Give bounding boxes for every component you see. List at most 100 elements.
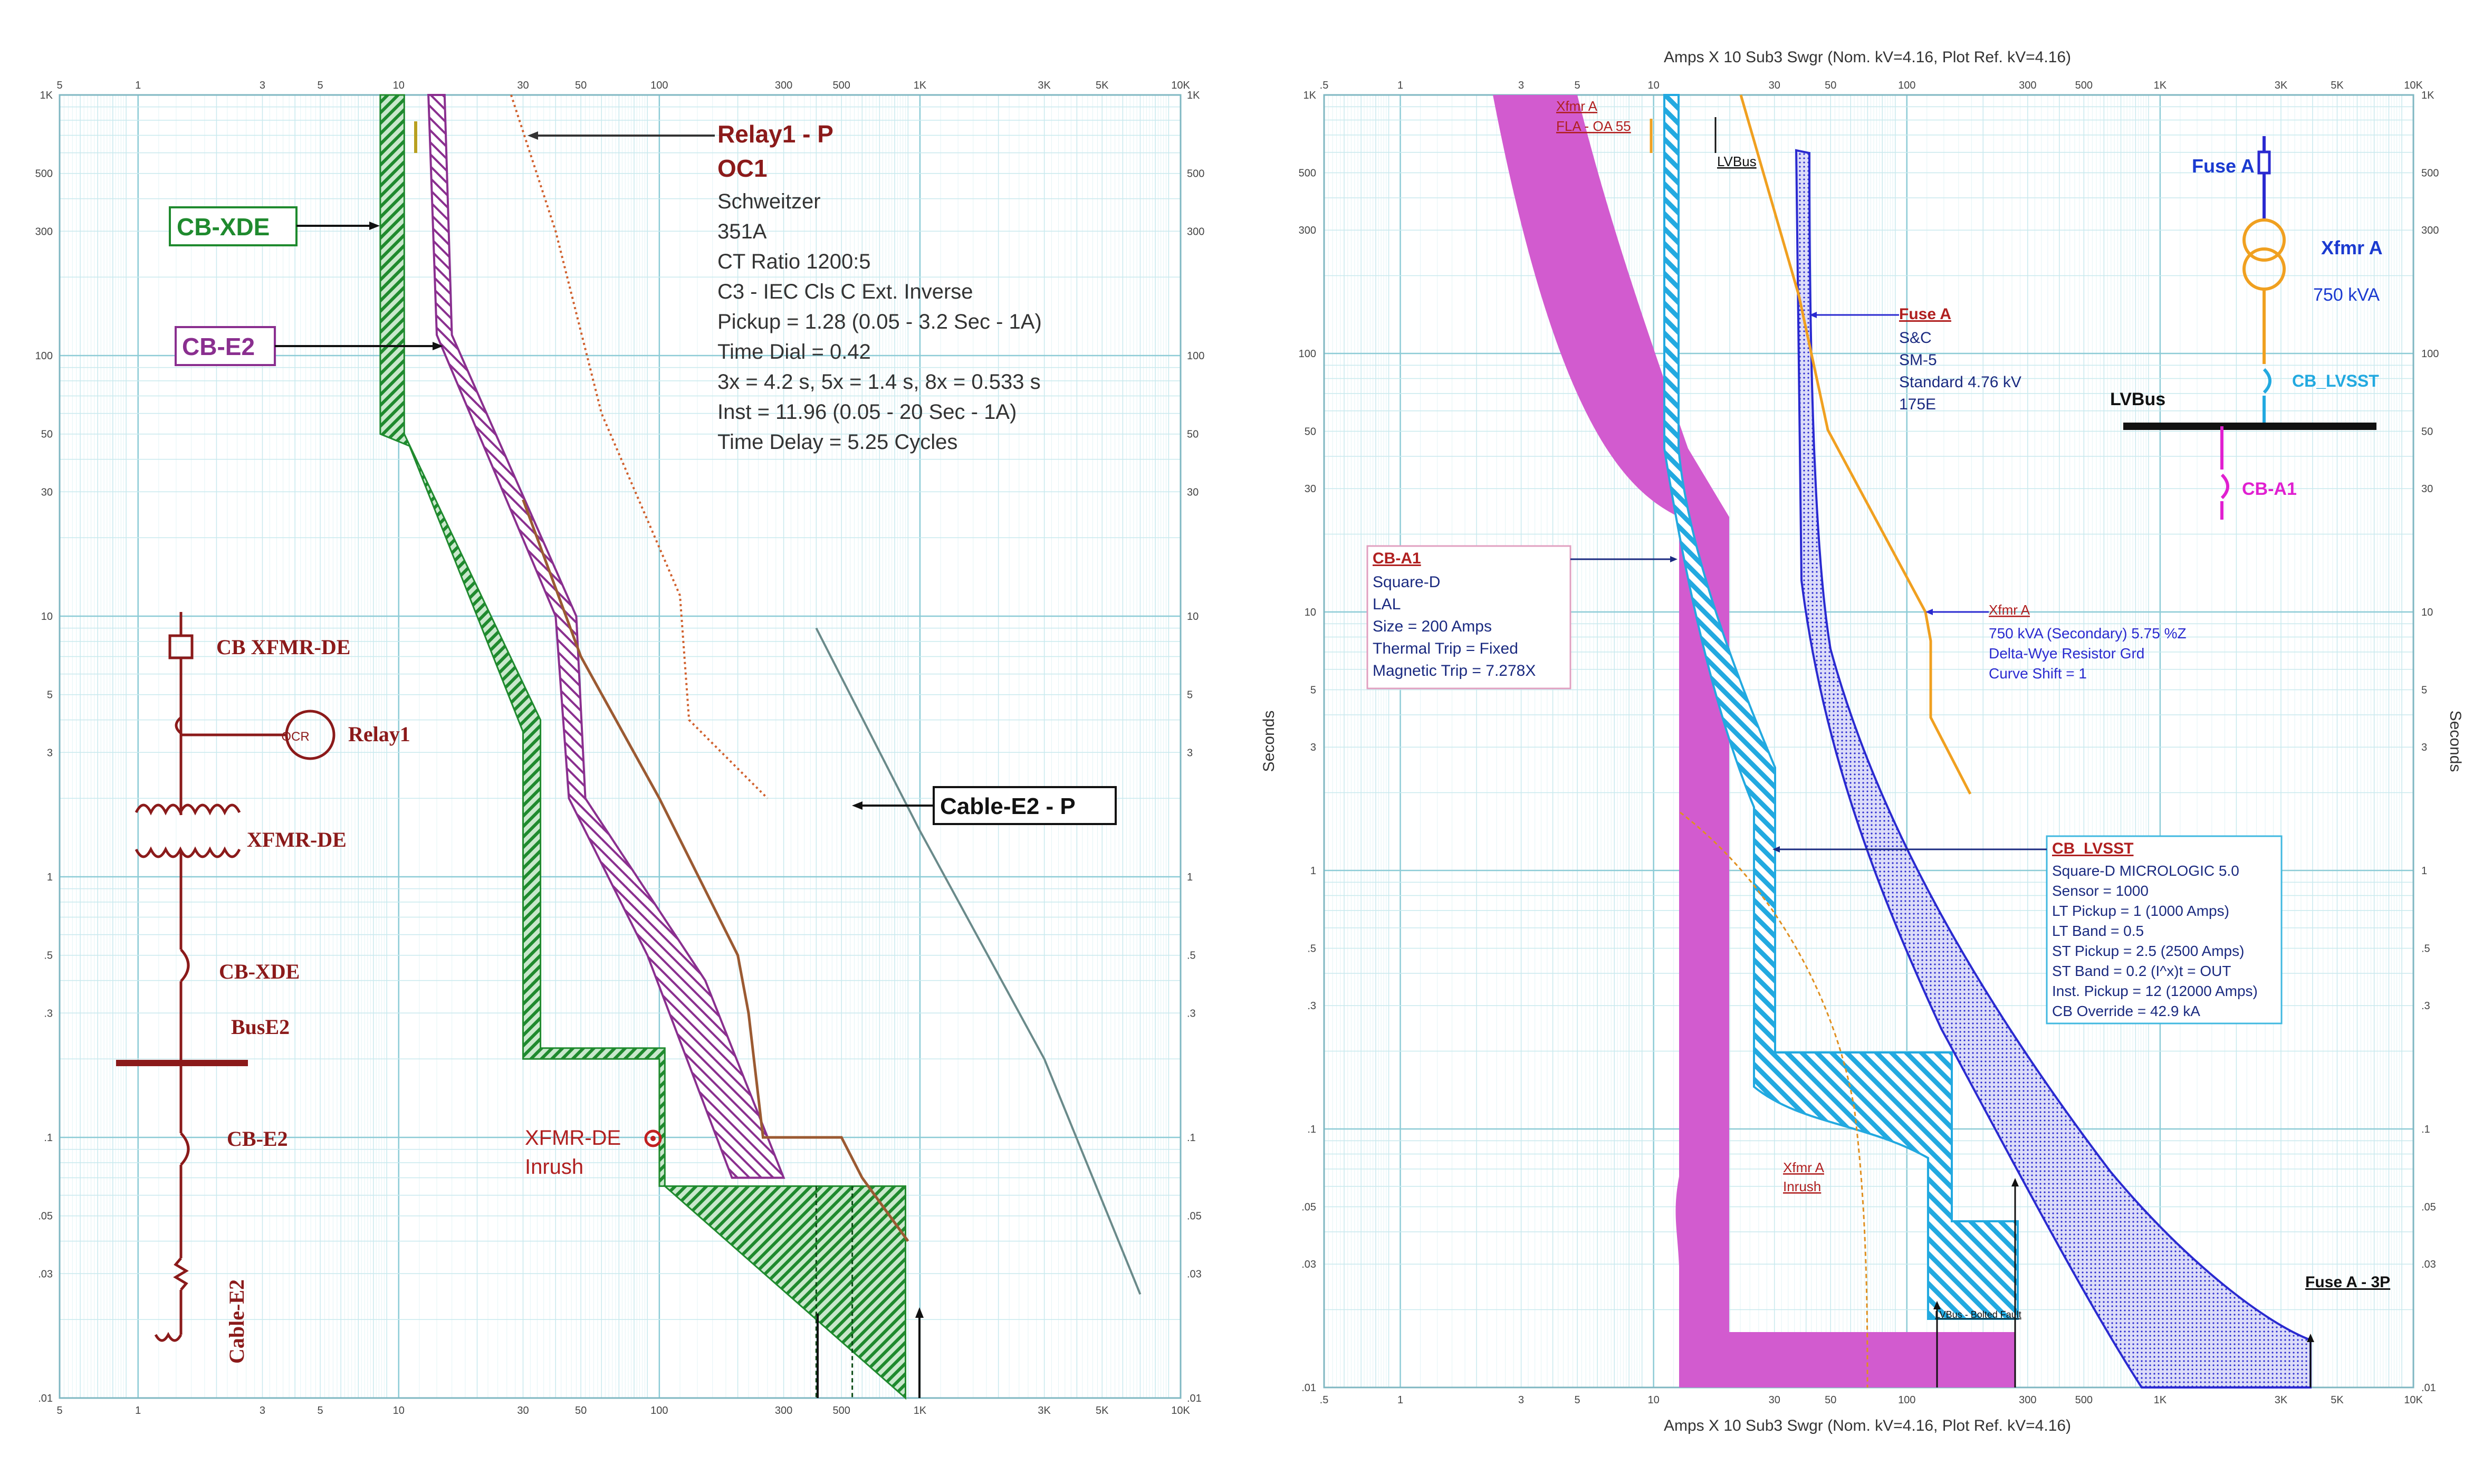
x-tick-label: 1K	[914, 80, 927, 91]
y-tick-label: 10	[1305, 607, 1316, 618]
relay-line: Pickup = 1.28 (0.05 - 3.2 Sec - 1A)	[717, 310, 1042, 333]
y-tick-label: .03	[38, 1268, 53, 1280]
y-tick-label: 10	[41, 611, 53, 623]
y-tick-label: .03	[2421, 1259, 2436, 1270]
oneline-label: Relay1	[348, 722, 410, 746]
x-tick-label: 100	[1898, 80, 1915, 91]
y-tick-label: 100	[1187, 350, 1204, 362]
x-tick-label: 1	[1397, 1394, 1403, 1406]
y-axis-label-right: Seconds	[2447, 711, 2464, 772]
cba1-line: Magnetic Trip = 7.278X	[1373, 662, 1536, 679]
x-tick-label: 30	[1769, 80, 1780, 91]
y-tick-label: .3	[1187, 1008, 1196, 1019]
lvsst-line: Inst. Pickup = 12 (12000 Amps)	[2052, 983, 2258, 999]
y-tick-label: 5	[1310, 685, 1316, 696]
y-tick-label: 3	[1310, 742, 1316, 753]
xfmr-box-title: Xfmr A	[1989, 602, 2030, 618]
y-tick-label: 5	[47, 690, 53, 701]
relay-line: Time Delay = 5.25 Cycles	[717, 430, 957, 454]
oneline-cb-a1-label: CB-A1	[2242, 479, 2297, 499]
x-tick-label: 10	[1648, 1394, 1660, 1406]
y-tick-label: .5	[44, 950, 53, 962]
y-tick-label: 300	[1187, 226, 1204, 237]
x-tick-label: 100	[650, 1405, 668, 1416]
x-tick-label: 50	[575, 1405, 587, 1416]
lvsst-line: LT Pickup = 1 (1000 Amps)	[2052, 903, 2229, 919]
x-tick-label: 50	[575, 80, 587, 91]
y-tick-label: 50	[41, 429, 53, 441]
x-tick-label: 3K	[2275, 1394, 2288, 1406]
x-tick-label: 10K	[2404, 1394, 2423, 1406]
right-header: Amps X 10 Sub3 Swgr (Nom. kV=4.16, Plot …	[1664, 49, 2071, 66]
x-tick-label: 3K	[2275, 80, 2288, 91]
x-tick-label: 300	[775, 80, 792, 91]
oneline-label: CB-XDE	[219, 960, 300, 983]
x-tick-label: 300	[2019, 1394, 2036, 1406]
y-tick-label: 300	[1299, 225, 1316, 236]
x-tick-label: 10	[1648, 80, 1660, 91]
y-tick-label: 30	[1305, 483, 1316, 495]
cba1-box-title: CB-A1	[1373, 550, 1421, 567]
y-tick-label: 300	[2421, 225, 2439, 236]
x-tick-label: 10	[393, 1405, 405, 1416]
xfmr-fla-tag: Xfmr A	[1556, 98, 1598, 114]
x-tick-label: 5K	[2331, 1394, 2344, 1406]
y-tick-label: .05	[38, 1211, 53, 1222]
x-tick-label: 300	[2019, 80, 2036, 91]
xfmr-line: Delta-Wye Resistor Grd	[1989, 645, 2144, 662]
y-tick-label: 1K	[1187, 90, 1200, 101]
fuse-box-title: Fuse A	[1899, 305, 1951, 323]
inrush-point-dot	[650, 1136, 656, 1141]
left-chart: 5 5 1 1 3 3 5 5 10 10 30 30 50 50 100 100 300 300 500 500 1K…	[35, 80, 1205, 1416]
y-tick-label: 1K	[1303, 90, 1317, 101]
fuse-icon	[2257, 150, 2271, 175]
y-tick-label: 3	[2421, 742, 2427, 753]
xfmr-fla-tag: FLA - OA 55	[1556, 118, 1631, 134]
y-tick-label: 50	[1187, 429, 1199, 441]
x-tick-label: .5	[1320, 80, 1329, 91]
y-tick-label: .01	[38, 1393, 53, 1404]
y-tick-label: .01	[1301, 1382, 1316, 1394]
y-tick-label: .03	[1301, 1259, 1316, 1270]
xfmr-inrush-tag: Inrush	[1783, 1179, 1821, 1194]
x-tick-label: 10K	[1171, 1405, 1190, 1416]
x-tick-label: 10	[393, 80, 405, 91]
y-tick-label: .3	[1307, 1000, 1316, 1012]
lvsst-line: ST Pickup = 2.5 (2500 Amps)	[2052, 943, 2244, 959]
x-tick-label: 5	[56, 1405, 62, 1416]
y-tick-label: 100	[1299, 348, 1316, 360]
y-tick-label: 10	[1187, 611, 1199, 623]
y-tick-label: .1	[2421, 1124, 2430, 1135]
x-tick-label: 5	[318, 1405, 323, 1416]
oneline-lvbus-label: LVBus	[2110, 389, 2165, 409]
y-tick-label: .5	[1187, 950, 1196, 962]
lvsst-line: ST Band = 0.2 (I^x)t = OUT	[2052, 963, 2231, 979]
x-tick-label: 3K	[1038, 1405, 1051, 1416]
xfmr-line: 750 kVA (Secondary) 5.75 %Z	[1989, 625, 2187, 642]
inrush-label: XFMR-DE	[525, 1126, 621, 1150]
bolted-fault-tag: LVBus - Bolted Fault	[1935, 1309, 2021, 1320]
y-tick-label: 5	[2421, 685, 2427, 696]
x-tick-label: 5	[56, 80, 62, 91]
y-tick-label: .3	[44, 1008, 53, 1019]
x-tick-label: 30	[517, 1405, 529, 1416]
oneline-fuse-label: Fuse A	[2192, 155, 2255, 177]
y-tick-label: .05	[2421, 1202, 2436, 1213]
relay-line: Inst = 11.96 (0.05 - 20 Sec - 1A)	[717, 400, 1017, 424]
y-tick-label: 30	[2421, 483, 2433, 495]
y-tick-label: 1	[47, 872, 53, 883]
oneline-label: BusE2	[231, 1015, 290, 1039]
xfmr-inrush-tag: Xfmr A	[1783, 1160, 1825, 1175]
y-tick-label: 500	[2421, 168, 2439, 179]
left-plot-area	[60, 95, 1181, 1398]
fuse3p-tag: Fuse A - 3P	[2305, 1274, 2390, 1291]
x-tick-label: 300	[775, 1405, 792, 1416]
y-tick-label: 50	[2421, 426, 2433, 438]
oneline-kva-label: 750 kVA	[2313, 285, 2380, 305]
relay-subtitle: OC1	[717, 155, 768, 182]
oneline-label: CB XFMR-DE	[216, 635, 350, 659]
x-tick-label: 5	[318, 80, 323, 91]
x-tick-label: 500	[833, 80, 850, 91]
x-tick-label: 3	[260, 80, 265, 91]
fuse-line: SM-5	[1899, 351, 1937, 369]
